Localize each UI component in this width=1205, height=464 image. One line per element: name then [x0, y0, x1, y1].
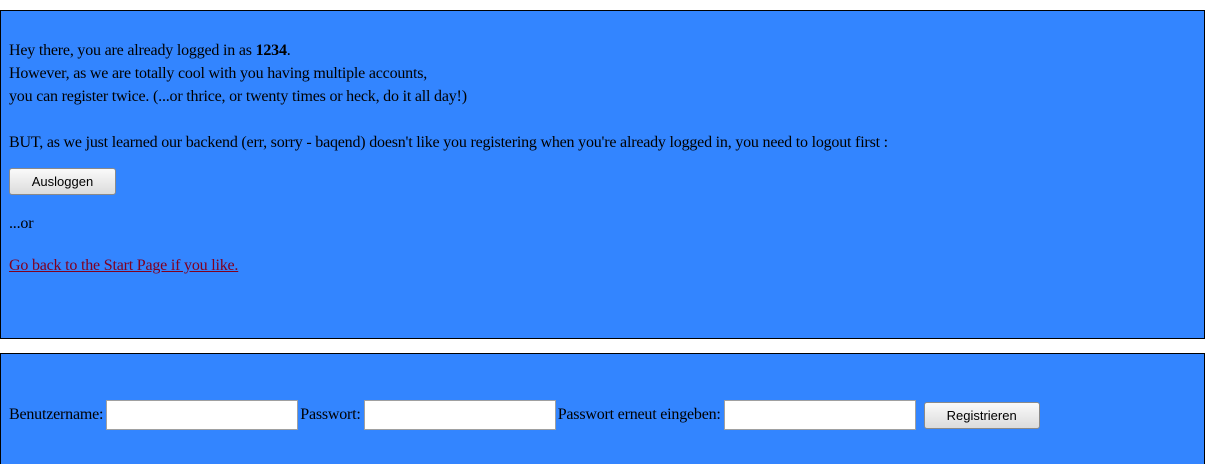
register-form-panel: Benutzername: Passwort: Passwort erneut … [0, 353, 1205, 464]
password-repeat-label: Passwort erneut eingeben: [557, 406, 721, 423]
multiple-accounts-message: However, as we are totally cool with you… [9, 65, 428, 82]
logged-in-username: 1234 [255, 42, 287, 59]
username-label: Benutzername: [9, 406, 104, 423]
or-text: ...or [9, 215, 34, 232]
logout-button[interactable]: Ausloggen [9, 168, 116, 195]
password-repeat-input[interactable] [723, 400, 916, 430]
logged-in-message: Hey there, you are already logged in as … [9, 42, 291, 59]
register-twice-message: you can register twice. (...or thrice, o… [9, 88, 467, 105]
password-input[interactable] [363, 400, 556, 430]
logged-in-notice-panel: Hey there, you are already logged in as … [0, 10, 1205, 339]
logout-first-message: BUT, as we just learned our backend (err… [9, 134, 888, 151]
register-button[interactable]: Registrieren [923, 401, 1040, 429]
username-input[interactable] [106, 400, 299, 430]
register-form: Benutzername: Passwort: Passwort erneut … [9, 400, 1204, 430]
start-page-link[interactable]: Go back to the Start Page if you like. [9, 257, 238, 274]
password-label: Passwort: [300, 406, 361, 423]
